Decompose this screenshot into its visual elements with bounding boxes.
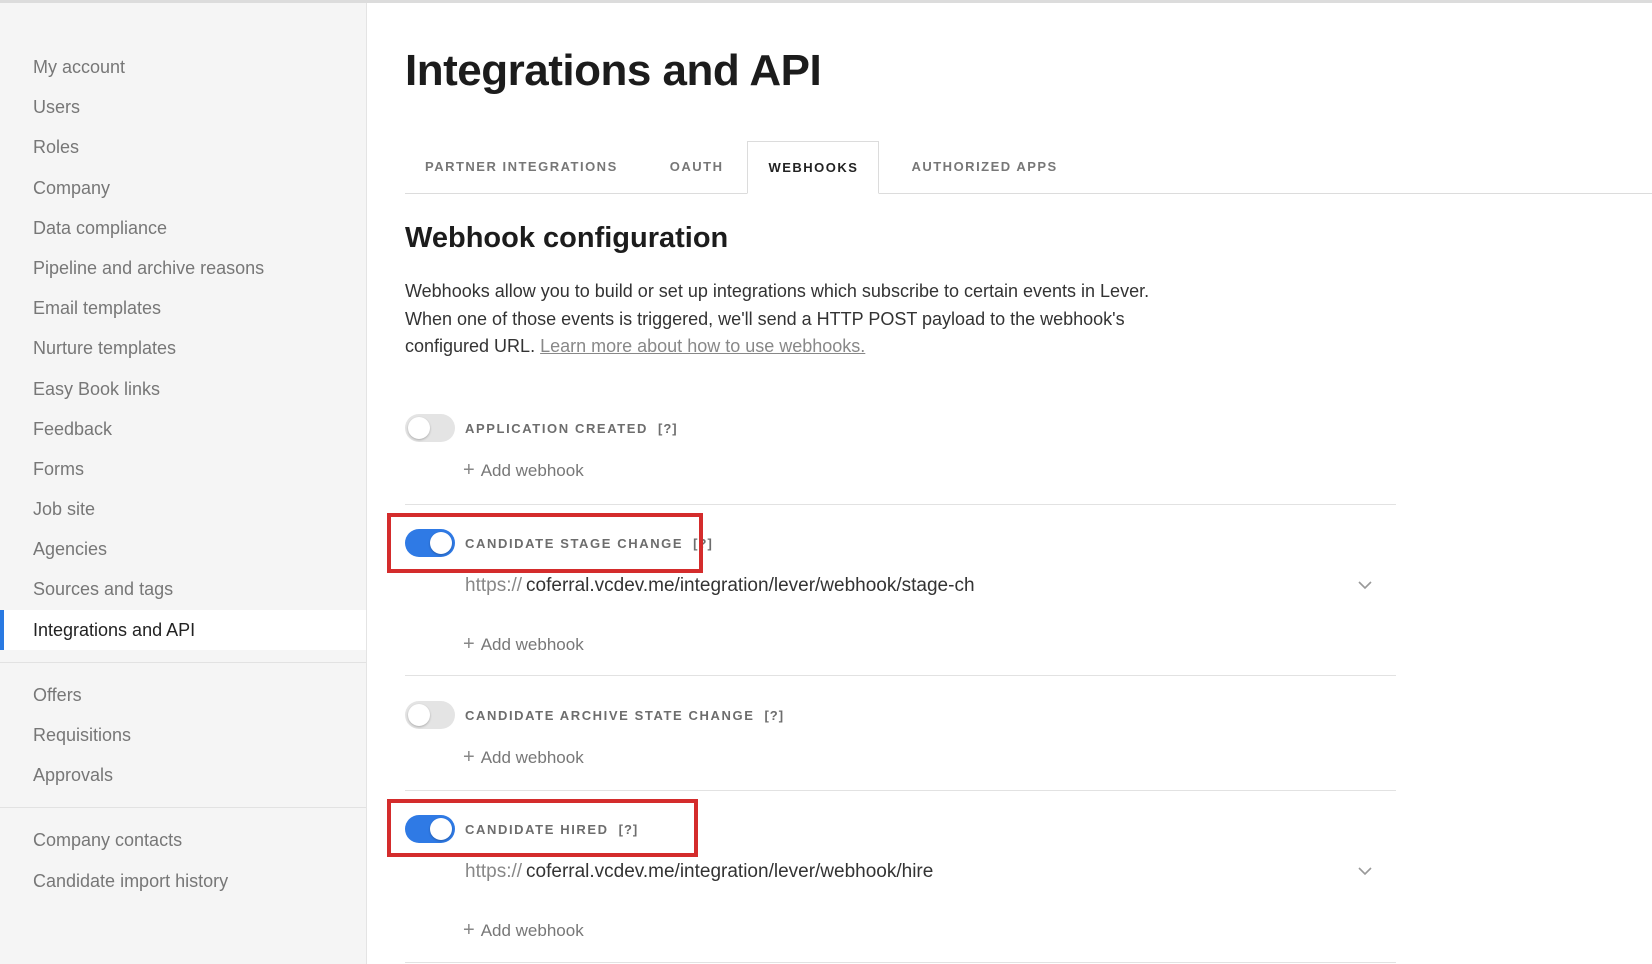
sidebar-item-forms[interactable]: Forms — [0, 449, 366, 489]
sidebar-group-contacts: Company contacts Candidate import histor… — [0, 820, 366, 900]
sidebar-item-approvals[interactable]: Approvals — [0, 755, 366, 795]
sidebar-group-offers: Offers Requisitions Approvals — [0, 675, 366, 796]
add-webhook-label: Add webhook — [480, 748, 584, 767]
url-value: coferral.vcdev.me/integration/lever/webh… — [526, 861, 934, 882]
add-webhook-label: Add webhook — [480, 921, 584, 940]
sidebar-divider — [0, 807, 366, 809]
sidebar-item-email-templates[interactable]: Email templates — [0, 288, 366, 328]
plus-icon: + — [463, 633, 475, 655]
webhook-candidate-stage-change: CANDIDATE STAGE CHANGE [?] https:// cofe… — [405, 528, 1396, 676]
tab-webhooks[interactable]: WEBHOOKS — [747, 141, 880, 194]
sidebar-item-company[interactable]: Company — [0, 168, 366, 208]
add-webhook-button[interactable]: + Add webhook — [463, 919, 584, 942]
sidebar-item-agencies[interactable]: Agencies — [0, 529, 366, 569]
help-link[interactable]: [?] — [764, 708, 784, 723]
sidebar-item-data-compliance[interactable]: Data compliance — [0, 208, 366, 248]
sidebar-item-sources-and-tags[interactable]: Sources and tags — [0, 569, 366, 609]
sidebar-group-main: My account Users Roles Company Data comp… — [0, 47, 366, 651]
webhook-toggle[interactable] — [405, 815, 455, 843]
add-webhook-label: Add webhook — [480, 635, 584, 654]
webhook-header: APPLICATION CREATED [?] — [405, 413, 678, 443]
webhook-toggle[interactable] — [405, 529, 455, 557]
webhook-url-field[interactable]: https:// coferral.vcdev.me/integration/l… — [465, 571, 1375, 601]
sidebar-item-integrations-and-api[interactable]: Integrations and API — [0, 609, 366, 651]
sidebar-item-nurture-templates[interactable]: Nurture templates — [0, 328, 366, 368]
webhook-url-field[interactable]: https:// coferral.vcdev.me/integration/l… — [465, 857, 1375, 887]
plus-icon: + — [463, 746, 475, 768]
main-content: Integrations and API PARTNER INTEGRATION… — [387, 0, 1652, 964]
sidebar-item-offers[interactable]: Offers — [0, 675, 366, 715]
sidebar-item-users[interactable]: Users — [0, 87, 366, 127]
sidebar-item-requisitions[interactable]: Requisitions — [0, 715, 366, 755]
sidebar-item-roles[interactable]: Roles — [0, 127, 366, 167]
webhook-event-label: CANDIDATE STAGE CHANGE — [465, 535, 684, 551]
sidebar-item-candidate-import-history[interactable]: Candidate import history — [0, 861, 366, 901]
webhook-event-label: APPLICATION CREATED — [465, 420, 649, 436]
intro-paragraph: Webhooks allow you to build or set up in… — [405, 278, 1165, 361]
plus-icon: + — [463, 459, 475, 481]
sidebar-item-pipeline-archive-reasons[interactable]: Pipeline and archive reasons — [0, 248, 366, 288]
sidebar-item-my-account[interactable]: My account — [0, 47, 366, 87]
sidebar-item-job-site[interactable]: Job site — [0, 489, 366, 529]
help-link[interactable]: [?] — [619, 822, 639, 837]
sidebar-divider — [0, 661, 366, 663]
tab-bar: PARTNER INTEGRATIONS OAUTH WEBHOOKS AUTH… — [405, 141, 1652, 194]
tab-partner-integrations[interactable]: PARTNER INTEGRATIONS — [405, 141, 638, 193]
chevron-down-icon[interactable] — [1355, 861, 1375, 881]
help-link[interactable]: [?] — [693, 536, 713, 551]
url-scheme: https:// — [465, 861, 523, 882]
add-webhook-button[interactable]: + Add webhook — [463, 459, 584, 482]
webhook-application-created: APPLICATION CREATED [?] + Add webhook — [405, 413, 1396, 505]
settings-sidebar: My account Users Roles Company Data comp… — [0, 3, 367, 964]
webhook-event-label: CANDIDATE ARCHIVE STATE CHANGE — [465, 707, 755, 723]
sidebar-item-company-contacts[interactable]: Company contacts — [0, 820, 366, 860]
tab-authorized-apps[interactable]: AUTHORIZED APPS — [891, 141, 1077, 193]
section-title: Webhook configuration — [405, 222, 729, 254]
url-value: coferral.vcdev.me/integration/lever/webh… — [526, 575, 975, 596]
webhook-toggle[interactable] — [405, 701, 455, 729]
help-link[interactable]: [?] — [658, 421, 678, 436]
chevron-down-icon[interactable] — [1355, 575, 1375, 595]
page-title: Integrations and API — [405, 46, 822, 95]
plus-icon: + — [463, 919, 475, 941]
webhook-header: CANDIDATE ARCHIVE STATE CHANGE [?] — [405, 700, 784, 730]
webhook-header: CANDIDATE STAGE CHANGE [?] — [405, 528, 713, 558]
sidebar-item-easy-book-links[interactable]: Easy Book links — [0, 369, 366, 409]
add-webhook-label: Add webhook — [480, 461, 584, 480]
webhook-candidate-archive-state-change: CANDIDATE ARCHIVE STATE CHANGE [?] + Add … — [405, 700, 1396, 791]
url-scheme: https:// — [465, 575, 523, 596]
tab-oauth[interactable]: OAUTH — [638, 141, 736, 193]
learn-more-link[interactable]: Learn more about how to use webhooks. — [540, 336, 865, 356]
webhook-event-label: CANDIDATE HIRED — [465, 821, 609, 837]
sidebar-item-feedback[interactable]: Feedback — [0, 409, 366, 449]
webhook-header: CANDIDATE HIRED [?] — [405, 814, 638, 844]
add-webhook-button[interactable]: + Add webhook — [463, 633, 584, 656]
webhook-toggle[interactable] — [405, 414, 455, 442]
add-webhook-button[interactable]: + Add webhook — [463, 746, 584, 769]
webhook-candidate-hired: CANDIDATE HIRED [?] https:// coferral.vc… — [405, 814, 1396, 963]
